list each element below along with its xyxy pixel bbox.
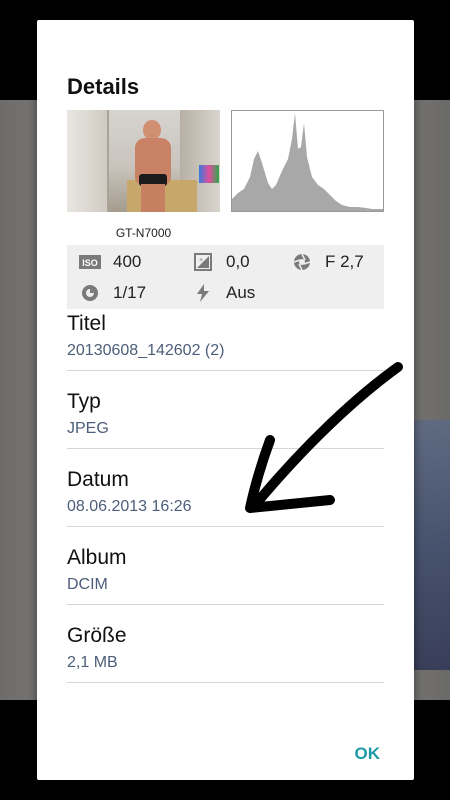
detail-value: 2,1 MB (67, 654, 118, 671)
svg-text:ISO: ISO (82, 258, 98, 268)
detail-value: JPEG (67, 420, 109, 437)
details-dialog: Details GT-N7000 ISO 400 + 0,0 F 2,7 1/1… (37, 20, 414, 780)
detail-label: Album (67, 546, 127, 569)
divider (67, 682, 384, 683)
svg-text:+: + (199, 257, 203, 264)
exif-shutter: 1/17 (79, 283, 146, 303)
photo-thumbnail (67, 110, 220, 212)
detail-label: Größe (67, 624, 127, 647)
exif-aperture-value: F 2,7 (325, 252, 364, 271)
histogram-area (232, 113, 383, 211)
exif-panel: ISO 400 + 0,0 F 2,7 1/17 Aus (67, 245, 384, 309)
histogram (231, 110, 384, 212)
exif-flash-value: Aus (226, 283, 256, 302)
exposure-icon: + (192, 252, 214, 272)
detail-label: Titel (67, 312, 106, 335)
exif-exposure: + 0,0 (192, 252, 250, 272)
exif-iso: ISO 400 (79, 252, 141, 272)
aperture-icon (291, 252, 313, 272)
detail-value: 20130608_142602 (2) (67, 342, 225, 359)
divider (67, 604, 384, 605)
detail-row-title: Titel 20130608_142602 (2) (67, 312, 384, 360)
detail-value: 08.06.2013 16:26 (67, 498, 192, 515)
divider (67, 370, 384, 371)
exif-aperture: F 2,7 (291, 252, 364, 272)
ok-button[interactable]: OK (355, 744, 381, 764)
detail-row-size: Größe 2,1 MB (67, 624, 384, 672)
detail-label: Datum (67, 468, 129, 491)
exif-exposure-value: 0,0 (226, 252, 250, 271)
exif-flash: Aus (192, 283, 255, 303)
exif-iso-value: 400 (113, 252, 142, 271)
flash-icon (192, 283, 214, 303)
exif-shutter-value: 1/17 (113, 283, 147, 302)
divider (67, 526, 384, 527)
camera-model: GT-N7000 (115, 226, 172, 240)
detail-label: Typ (67, 390, 101, 413)
detail-row-album: Album DCIM (67, 546, 384, 594)
detail-row-date: Datum 08.06.2013 16:26 (67, 468, 384, 516)
detail-value: DCIM (67, 576, 108, 593)
iso-icon: ISO (79, 252, 101, 272)
dialog-title: Details (67, 74, 140, 99)
detail-row-type: Typ JPEG (67, 390, 384, 438)
shutter-icon (79, 283, 101, 303)
divider (67, 448, 384, 449)
